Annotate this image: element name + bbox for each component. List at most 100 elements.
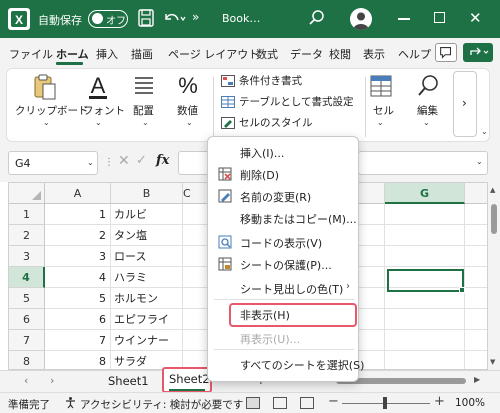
zoom-slider-thumb[interactable] — [383, 397, 387, 409]
cell-a[interactable]: 7 — [45, 330, 111, 351]
context-menu-item[interactable]: 挿入(I)... — [208, 141, 358, 163]
cell-a[interactable]: 3 — [45, 246, 111, 267]
undo-icon[interactable] — [162, 10, 186, 26]
cell-a[interactable]: 8 — [45, 351, 111, 369]
tab-help[interactable]: ヘルプ — [398, 46, 431, 62]
row-header[interactable]: 5 — [9, 288, 45, 309]
sheet-tab-2[interactable]: Sheet2 — [162, 367, 212, 393]
cell-a[interactable]: 5 — [45, 288, 111, 309]
context-menu-item[interactable]: 名前の変更(R) — [208, 185, 358, 207]
search-icon[interactable] — [308, 9, 326, 27]
cell-f[interactable] — [355, 225, 385, 246]
ribbon-more-button[interactable]: › — [453, 71, 477, 137]
context-menu-item[interactable]: 移動またはコピー(M)... — [208, 207, 358, 229]
column-header-f[interactable] — [355, 183, 385, 204]
zoom-out-button[interactable]: − — [328, 394, 339, 409]
minimize-button[interactable] — [398, 18, 410, 20]
column-header-a[interactable]: A — [45, 183, 111, 204]
accessibility-status[interactable]: アクセシビリティ: 検討が必要です — [80, 397, 243, 412]
cell-f[interactable] — [355, 330, 385, 351]
cell-style-button[interactable]: セルのスタイル — [239, 115, 313, 130]
cell-h[interactable] — [465, 288, 487, 309]
cell-g[interactable] — [385, 246, 465, 267]
cell-a[interactable]: 2 — [45, 225, 111, 246]
row-header[interactable]: 4 — [9, 267, 45, 288]
autosave-toggle[interactable]: オフ — [88, 10, 128, 28]
context-menu-item[interactable]: コードの表示(V) — [208, 231, 358, 253]
cell-h[interactable] — [465, 267, 487, 288]
tab-file[interactable]: ファイル — [9, 46, 53, 62]
save-icon[interactable] — [138, 9, 154, 27]
enter-icon[interactable]: ✓ — [136, 153, 147, 168]
ribbon-collapse-icon[interactable]: ⌄ — [481, 127, 488, 136]
cell-h[interactable] — [465, 330, 487, 351]
page-break-view-button[interactable] — [300, 397, 314, 409]
normal-view-button[interactable] — [246, 397, 260, 409]
document-title[interactable]: Book… — [222, 12, 260, 25]
vertical-scrollbar[interactable]: ▲ ▼ — [488, 182, 500, 370]
name-box[interactable]: G4 ⌄ — [8, 151, 98, 175]
cell-f[interactable] — [355, 246, 385, 267]
sheet-next-button[interactable]: › — [50, 374, 54, 387]
cell-g[interactable] — [385, 204, 465, 225]
formula-input-extended[interactable] — [358, 151, 488, 175]
cell-g[interactable] — [385, 309, 465, 330]
expand-formula-bar-icon[interactable]: ⌄ — [476, 157, 483, 166]
table-format-button[interactable]: テーブルとして書式設定 — [239, 94, 354, 109]
scrollbar-thumb[interactable] — [491, 204, 497, 234]
close-button[interactable]: ✕ — [469, 9, 482, 27]
row-header[interactable]: 1 — [9, 204, 45, 225]
cell-b[interactable]: ハラミ — [111, 267, 183, 288]
tab-home[interactable]: ホーム — [56, 46, 89, 62]
cell-b[interactable]: ウインナー — [111, 330, 183, 351]
row-header[interactable]: 7 — [9, 330, 45, 351]
cell-b[interactable]: カルビ — [111, 204, 183, 225]
insert-function-button[interactable]: fx — [156, 153, 169, 168]
fill-handle[interactable] — [459, 287, 465, 293]
conditional-format-button[interactable]: 条件付き書式 — [239, 73, 302, 88]
tab-review[interactable]: 校閲 — [329, 46, 351, 62]
cell-h[interactable] — [465, 351, 487, 369]
row-header[interactable]: 8 — [9, 351, 45, 369]
zoom-level[interactable]: 100% — [455, 397, 485, 409]
cell-h[interactable] — [465, 204, 487, 225]
tab-draw[interactable]: 描画 — [131, 46, 153, 62]
tab-page-layout[interactable]: ページ レイアウト — [168, 46, 259, 62]
context-menu-item[interactable]: すべてのシートを選択(S) — [208, 353, 364, 375]
row-header[interactable]: 6 — [9, 309, 45, 330]
cell-g[interactable] — [385, 330, 465, 351]
avatar[interactable] — [350, 8, 372, 30]
cell-b[interactable]: エピフライ — [111, 309, 183, 330]
context-menu-item[interactable]: シート見出しの色(T) › — [208, 277, 358, 299]
context-menu-item[interactable]: 削除(D) — [208, 163, 358, 185]
maximize-button[interactable] — [434, 12, 445, 23]
cell-f[interactable] — [355, 288, 385, 309]
cancel-icon[interactable]: ✕ — [118, 153, 130, 169]
tab-view[interactable]: 表示 — [363, 46, 385, 62]
cell-g[interactable] — [385, 225, 465, 246]
sheet-tab-1[interactable]: Sheet1 — [108, 374, 149, 388]
cell-b[interactable]: ロース — [111, 246, 183, 267]
comments-button[interactable] — [435, 43, 457, 62]
context-menu-item[interactable]: シートの保護(P)... — [208, 253, 358, 275]
cell-g[interactable] — [385, 351, 465, 369]
row-header[interactable]: 3 — [9, 246, 45, 267]
sheet-prev-button[interactable]: ‹ — [24, 374, 28, 387]
cell-b[interactable]: タン塩 — [111, 225, 183, 246]
scroll-up-icon[interactable]: ▲ — [490, 186, 495, 194]
active-cell[interactable] — [387, 269, 464, 292]
column-header-h[interactable] — [465, 183, 487, 204]
cell-f[interactable] — [355, 309, 385, 330]
zoom-in-button[interactable]: + — [434, 394, 445, 409]
share-button[interactable] — [463, 43, 493, 62]
cell-a[interactable]: 6 — [45, 309, 111, 330]
cell-a[interactable]: 1 — [45, 204, 111, 225]
column-header-b[interactable]: B — [111, 183, 183, 204]
cell-b[interactable]: ホルモン — [111, 288, 183, 309]
cell-f[interactable] — [355, 267, 385, 288]
row-header[interactable]: 2 — [9, 225, 45, 246]
cell-a[interactable]: 4 — [45, 267, 111, 288]
page-layout-view-button[interactable] — [273, 397, 287, 409]
tab-data[interactable]: データ — [290, 46, 323, 62]
quick-access-more-button[interactable]: » — [192, 10, 199, 24]
